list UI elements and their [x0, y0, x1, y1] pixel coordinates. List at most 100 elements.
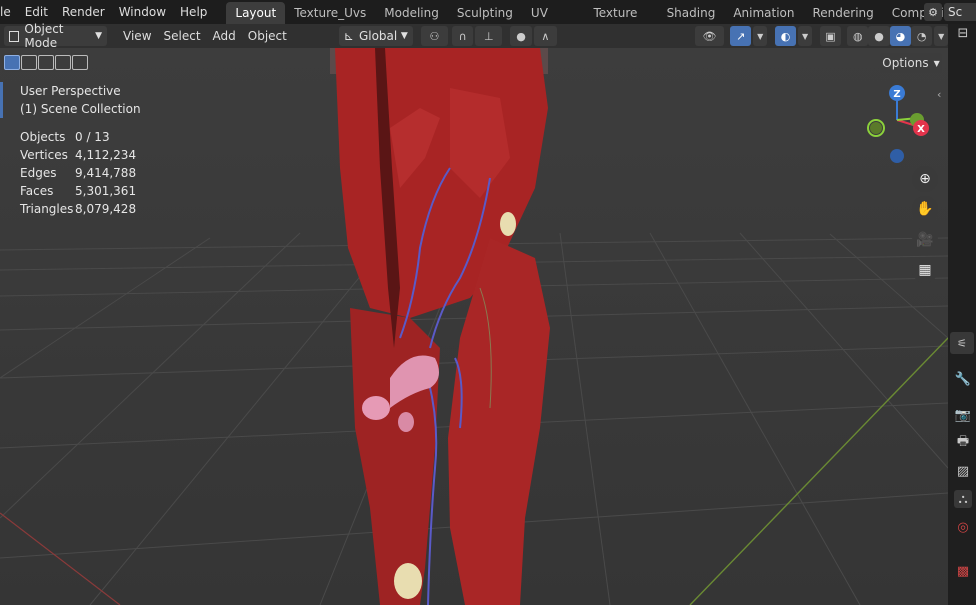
- chevron-down-icon: ▼: [938, 31, 945, 41]
- scene-cone-icon: ⛬: [958, 491, 968, 507]
- gizmo-dropdown[interactable]: ▼: [753, 26, 767, 46]
- wireframe-sphere-icon: ◍: [852, 29, 863, 43]
- outliner-icon[interactable]: ⊟: [954, 24, 972, 42]
- select-intersect-button[interactable]: [72, 55, 88, 70]
- menu-view[interactable]: View: [117, 24, 157, 48]
- tool-settings-tab[interactable]: 🔧: [954, 370, 972, 388]
- xray-toggle-button[interactable]: ▣: [819, 26, 842, 46]
- shading-solid-button[interactable]: ●: [868, 26, 890, 46]
- tab-layout[interactable]: Layout: [226, 2, 286, 24]
- navigation-gizmo[interactable]: Z X: [862, 80, 932, 165]
- options-dropdown[interactable]: Options ▼: [880, 53, 942, 73]
- top-bar: le Edit Render Window Help Layout Textur…: [0, 0, 976, 42]
- menu-help[interactable]: Help: [173, 0, 214, 24]
- menu-file[interactable]: le: [0, 0, 18, 24]
- mode-label: Object Mode: [24, 22, 64, 50]
- camera-view-button[interactable]: 🎥: [912, 227, 938, 253]
- camera-back-icon: 📷: [954, 407, 972, 423]
- render-tab[interactable]: 📷: [954, 406, 972, 424]
- falloff-curve-icon: ∧: [541, 29, 550, 43]
- eye-icon: 👁: [702, 29, 717, 43]
- scene-name: Sc: [944, 3, 976, 21]
- rendered-sphere-icon: ◔: [916, 29, 927, 43]
- tab-uv-editing[interactable]: UV Editing: [522, 2, 585, 42]
- globe-icon: ◎: [957, 519, 969, 535]
- texture-tab[interactable]: ▩: [954, 562, 972, 580]
- tab-shading[interactable]: Shading: [658, 2, 725, 24]
- orientation-dropdown[interactable]: ⊾ Global ▼: [338, 26, 413, 46]
- menu-select[interactable]: Select: [158, 24, 207, 48]
- proportional-edit-icon: ●: [516, 29, 526, 43]
- 3d-viewport[interactable]: ‹: [0, 48, 948, 605]
- overlays-dropdown[interactable]: ▼: [798, 26, 812, 46]
- shading-wireframe-button[interactable]: ◍: [847, 26, 869, 46]
- scene-icon: ⚙: [924, 3, 942, 21]
- zoom-button[interactable]: ⊕: [912, 166, 938, 192]
- neg-z-axis-handle[interactable]: [890, 149, 904, 163]
- select-new-button[interactable]: [4, 55, 20, 70]
- tab-rendering[interactable]: Rendering: [804, 2, 883, 24]
- anatomy-model[interactable]: [330, 48, 560, 605]
- menu-edit[interactable]: Edit: [18, 0, 55, 24]
- magnet-icon: ∩: [458, 29, 467, 43]
- menu-add[interactable]: Add: [207, 24, 242, 48]
- z-axis-label: Z: [893, 89, 900, 100]
- select-extend-button[interactable]: [21, 55, 37, 70]
- menu-window[interactable]: Window: [112, 0, 173, 24]
- stat-triangles: Triangles 8,079,428: [20, 200, 141, 218]
- gizmo-toggle-button[interactable]: ↗: [730, 26, 752, 46]
- world-tab[interactable]: ◎: [954, 518, 972, 536]
- falloff-button[interactable]: ∧: [533, 26, 557, 46]
- chevron-down-icon: ▼: [933, 58, 940, 68]
- pan-button[interactable]: ✋: [912, 196, 938, 222]
- stat-value: 4,112,234: [75, 148, 137, 162]
- output-tab[interactable]: 🖶: [954, 434, 972, 452]
- collection-name: (1) Scene Collection: [20, 102, 141, 116]
- overlays-toggle-button[interactable]: ◐: [774, 26, 797, 46]
- selection-mode-group: [2, 53, 90, 72]
- viewport-header: Object Mode ▼ View Select Add Object ⊾ G…: [0, 22, 948, 50]
- pivot-point-button[interactable]: ⚇: [420, 26, 448, 46]
- viewport-stats: User Perspective (1) Scene Collection Ob…: [20, 82, 141, 218]
- stat-edges: Edges 9,414,788: [20, 164, 141, 182]
- shading-material-button[interactable]: ◕: [889, 26, 912, 46]
- active-region-indicator: [0, 82, 3, 118]
- tab-modeling[interactable]: Modeling: [375, 2, 448, 24]
- visibility-button[interactable]: 👁: [694, 26, 725, 46]
- wrench-icon: 🔧: [954, 371, 972, 387]
- scene-tab[interactable]: ⛬: [954, 490, 972, 508]
- menu-render[interactable]: Render: [55, 0, 112, 24]
- snap-toggle-button[interactable]: ∩: [451, 26, 474, 46]
- proportional-edit-button[interactable]: ●: [510, 26, 532, 46]
- mode-dropdown[interactable]: Object Mode ▼: [4, 22, 108, 50]
- stat-objects: Objects 0 / 13: [20, 128, 141, 146]
- stat-label: Edges: [20, 166, 57, 180]
- printer-icon: 🖶: [956, 434, 970, 449]
- tab-texture-uvs[interactable]: Texture_Uvs: [285, 2, 375, 24]
- menu-object[interactable]: Object: [242, 24, 293, 48]
- overlays-icon: ◐: [780, 29, 791, 43]
- tool-icon: ⚟: [957, 336, 967, 350]
- shading-rendered-button[interactable]: ◔: [911, 26, 933, 46]
- scene-selector[interactable]: ⚙ Sc: [924, 2, 976, 22]
- select-subtract-button[interactable]: [38, 55, 54, 70]
- select-invert-button[interactable]: [55, 55, 71, 70]
- chevron-down-icon: ▼: [801, 31, 809, 41]
- neg-y-axis-fill: [870, 122, 882, 134]
- tab-texture-paint[interactable]: Texture Paint: [584, 2, 657, 42]
- chevron-down-icon: ▼: [400, 31, 408, 41]
- tab-sculpting[interactable]: Sculpting: [448, 2, 522, 24]
- sidebar-collapse-icon[interactable]: ‹: [937, 88, 941, 101]
- stat-value: 0 / 13: [75, 130, 110, 144]
- shading-dropdown[interactable]: ▼: [934, 26, 948, 46]
- stat-value: 8,079,428: [75, 202, 137, 216]
- tab-animation[interactable]: Animation: [724, 2, 803, 24]
- view-layer-tab[interactable]: ▨: [954, 462, 972, 480]
- xray-icon: ▣: [825, 29, 836, 43]
- snap-target-button[interactable]: ⊥: [475, 26, 503, 46]
- chevron-down-icon: ▼: [95, 31, 103, 41]
- active-tool-tab[interactable]: ⚟: [950, 332, 974, 354]
- transform-orientation-icon: ⊾: [343, 29, 354, 43]
- options-label: Options: [882, 56, 929, 70]
- perspective-toggle-button[interactable]: ▦: [912, 257, 938, 283]
